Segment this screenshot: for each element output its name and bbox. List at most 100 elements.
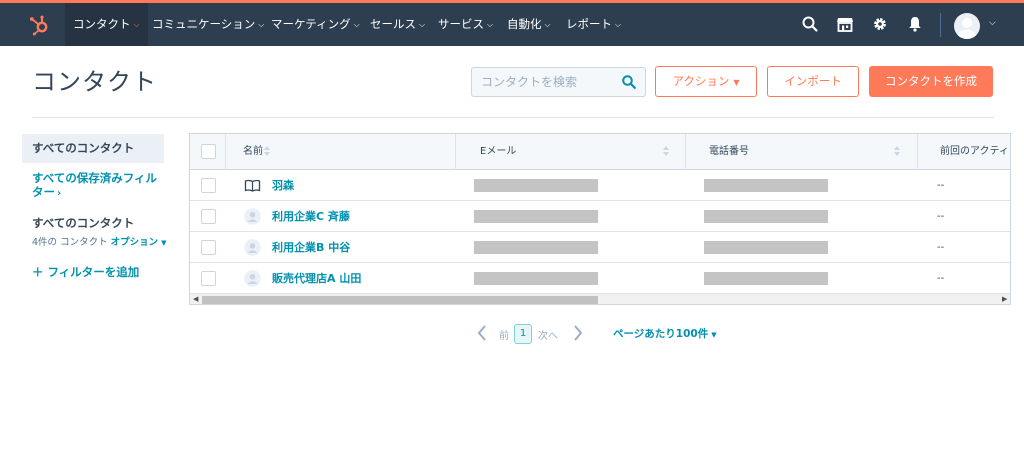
row-checkbox[interactable]: [201, 271, 216, 286]
user-avatar[interactable]: [954, 13, 980, 39]
chevron-down-icon: ⌵: [544, 20, 551, 29]
chevron-right-icon[interactable]: [572, 323, 584, 343]
header-divider: [32, 117, 994, 118]
avatar-icon: [244, 239, 261, 256]
per-page-label: ページあたり100件: [613, 328, 709, 340]
nav-item-contacts[interactable]: コンタクト ⌵: [65, 3, 148, 46]
sidebar-item-all-contacts[interactable]: すべてのコンタクト: [22, 134, 164, 163]
table-row[interactable]: 利用企業C 斉藤 --: [190, 201, 1010, 232]
contact-search-input[interactable]: [472, 68, 617, 96]
nav-item-label: コミュニケーション: [152, 17, 256, 31]
nav-item-label: マーケティング: [271, 17, 351, 31]
plus-icon: ＋: [32, 265, 44, 279]
column-separator: [225, 134, 226, 170]
column-header-email[interactable]: Eメール: [480, 134, 516, 170]
settings-gear-icon[interactable]: [871, 15, 889, 33]
nav-item-reports[interactable]: レポート ⌵: [558, 3, 629, 46]
search-icon[interactable]: [621, 74, 637, 90]
search-icon[interactable]: [801, 15, 819, 33]
nav-item-automation[interactable]: 自動化 ⌵: [499, 3, 559, 46]
chevron-right-icon: ›: [57, 188, 62, 199]
select-all-checkbox[interactable]: [201, 144, 216, 159]
contact-count: 4件の コンタクト: [32, 237, 108, 248]
column-separator: [455, 134, 456, 170]
chevron-down-icon: ⌵: [353, 20, 360, 29]
contacts-table: 名前 Eメール 電話番号 前回のアクティビ 羽森 --: [189, 133, 1011, 305]
current-page-number[interactable]: 1: [514, 324, 532, 344]
contact-search-box: [471, 67, 646, 97]
page-title: コンタクト: [32, 68, 157, 96]
import-button[interactable]: インポート: [767, 66, 859, 97]
column-header-last-activity[interactable]: 前回のアクティビ: [940, 134, 1010, 170]
column-header-phone[interactable]: 電話番号: [709, 134, 749, 170]
chevron-down-icon: ⌵: [615, 20, 622, 29]
nav-separator: [940, 13, 941, 37]
sort-icon[interactable]: [893, 144, 901, 158]
previous-page-link[interactable]: 前: [499, 327, 509, 342]
contact-name-link[interactable]: 利用企業B 中谷: [272, 232, 350, 263]
nav-item-label: 自動化: [507, 17, 542, 31]
caret-down-icon: ▼: [161, 239, 167, 247]
avatar-icon: [244, 270, 261, 287]
actions-dropdown-button[interactable]: アクション ▼: [655, 66, 757, 97]
table-row[interactable]: 利用企業B 中谷 --: [190, 232, 1010, 263]
contact-name-link[interactable]: 利用企業C 斉藤: [272, 201, 350, 232]
caret-down-icon: ▼: [733, 78, 740, 87]
column-separator: [917, 134, 918, 170]
row-checkbox[interactable]: [201, 178, 216, 193]
saved-filters-link[interactable]: すべての保存済みフィルター ›: [32, 171, 162, 201]
marketplace-icon[interactable]: [836, 15, 854, 33]
caret-down-icon: ▼: [711, 331, 717, 339]
scroll-left-arrow-icon[interactable]: ◀: [193, 294, 198, 304]
row-checkbox[interactable]: [201, 209, 216, 224]
scroll-right-arrow-icon[interactable]: ▶: [1002, 294, 1007, 304]
sort-icon[interactable]: [662, 144, 670, 158]
saved-filters-link-label: すべての保存済みフィルター: [32, 171, 158, 199]
row-checkbox[interactable]: [201, 240, 216, 255]
top-navigation-bar: コンタクト ⌵ コミュニケーション ⌵ マーケティング ⌵ セールス ⌵ サービス ⌵ 自…: [0, 3, 1024, 46]
chevron-left-icon[interactable]: [476, 323, 488, 343]
chevron-down-icon: ⌵: [487, 20, 494, 29]
nav-item-label: コンタクト: [73, 17, 131, 31]
book-icon: [244, 179, 261, 192]
table-header: 名前 Eメール 電話番号 前回のアクティビ: [190, 134, 1010, 170]
chevron-down-icon: ⌵: [419, 20, 426, 29]
add-filter-button[interactable]: ＋ フィルターを追加: [32, 264, 139, 280]
column-header-name[interactable]: 名前: [243, 134, 263, 170]
redacted-email: [474, 241, 598, 254]
next-page-link[interactable]: 次へ: [538, 327, 558, 342]
table-row[interactable]: 販売代理店A 山田 --: [190, 263, 1010, 294]
notifications-bell-icon[interactable]: [906, 15, 924, 33]
actions-button-label: アクション: [672, 74, 730, 88]
nav-item-label: レポート: [566, 17, 612, 31]
account-menu-chevron-icon[interactable]: ⌵: [989, 18, 996, 28]
add-filter-label: フィルターを追加: [47, 265, 140, 279]
horizontal-scrollbar[interactable]: ◀ ▶: [190, 294, 1010, 304]
contact-count-line: 4件の コンタクト オプション ▼: [32, 234, 167, 248]
avatar-icon: [244, 208, 261, 225]
nav-item-marketing[interactable]: マーケティング ⌵: [263, 3, 368, 46]
table-row[interactable]: 羽森 --: [190, 170, 1010, 201]
hubspot-logo-icon[interactable]: [28, 14, 50, 36]
last-activity-value: --: [937, 211, 945, 222]
nav-item-conversations[interactable]: コミュニケーション ⌵: [144, 3, 272, 46]
nav-item-sales[interactable]: セールス ⌵: [362, 3, 433, 46]
redacted-phone: [704, 210, 828, 223]
scrollbar-thumb[interactable]: [202, 296, 598, 304]
contact-name-link[interactable]: 販売代理店A 山田: [272, 263, 361, 294]
create-contact-button[interactable]: コンタクトを作成: [869, 66, 993, 97]
import-button-label: インポート: [784, 74, 842, 88]
nav-item-label: サービス: [438, 17, 484, 31]
view-options-dropdown[interactable]: オプション ▼: [111, 237, 167, 248]
nav-item-label: セールス: [370, 17, 416, 31]
user-avatar-icon: [958, 18, 976, 39]
contact-name-link[interactable]: 羽森: [272, 170, 294, 201]
redacted-email: [474, 179, 598, 192]
per-page-dropdown[interactable]: ページあたり100件 ▼: [613, 326, 717, 341]
last-activity-value: --: [937, 242, 945, 253]
redacted-email: [474, 272, 598, 285]
nav-item-service[interactable]: サービス ⌵: [430, 3, 501, 46]
redacted-phone: [704, 179, 828, 192]
sort-icon[interactable]: [263, 144, 271, 158]
last-activity-value: --: [937, 273, 945, 284]
